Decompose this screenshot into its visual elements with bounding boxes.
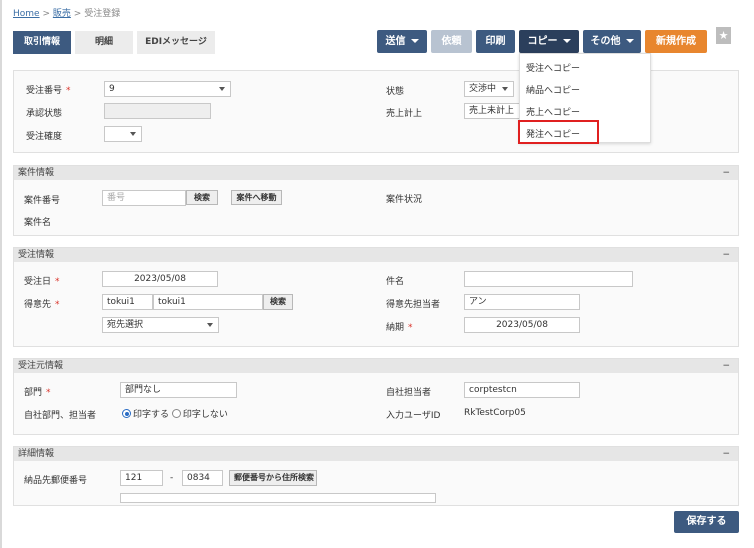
chevron-down-icon [410,39,419,43]
zip-second-input[interactable]: 0834 [182,470,223,486]
menu-copy-to-sales[interactable]: 売上へコピー [526,105,580,118]
project-panel-header: 案件情報 − [14,166,738,180]
staff-input[interactable]: corptestcn [464,382,580,398]
address-input[interactable] [120,493,436,503]
menu-copy-to-order[interactable]: 受注へコピー [526,61,580,74]
zip-address-search-button[interactable]: 郵便番号から住所検索 [229,470,317,486]
zip-dash: - [170,473,174,483]
menu-copy-to-delivery[interactable]: 納品へコピー [526,83,580,96]
customer-code-input[interactable]: tokui1 [102,294,153,310]
breadcrumb: Home > 販売 > 受注登録 [13,6,120,19]
send-label: 送信 [385,36,406,47]
order-no-select[interactable]: 9 [104,81,231,97]
other-button[interactable]: その他 [583,30,641,53]
highlight-box [518,120,599,144]
request-button[interactable]: 依頼 [431,30,472,53]
approval-field [104,103,211,119]
project-search-button[interactable]: 検索 [186,190,218,205]
radio-unchecked-icon [171,409,181,418]
project-status-label: 案件状況 [386,195,423,205]
collapse-icon[interactable]: − [722,359,730,373]
copy-button[interactable]: コピー [519,30,579,53]
status-label: 状態 [386,87,405,97]
tab-edi-message[interactable]: EDIメッセージ [137,31,215,54]
copy-label: コピー [527,36,558,47]
send-button[interactable]: 送信 [377,30,427,53]
zip-first-input[interactable]: 121 [120,470,163,486]
collapse-icon[interactable]: − [722,248,730,262]
collapse-icon[interactable]: − [722,166,730,180]
order-date-input[interactable]: 2023/05/08 [102,271,218,287]
customer-name-input[interactable]: tokui1 [153,294,263,310]
contact-input[interactable]: アン [464,294,580,310]
project-name-label: 案件名 [24,218,52,228]
chevron-down-icon [502,87,508,91]
favorite-star-icon[interactable]: ★ [716,27,731,44]
radio-checked-icon [122,409,131,418]
chevron-down-icon [130,132,136,136]
dept-label: 部門 * [24,388,51,398]
breadcrumb-home[interactable]: Home [13,9,40,19]
certainty-select[interactable] [104,126,142,142]
chevron-down-icon [207,323,213,327]
contact-label: 得意先担当者 [386,300,441,310]
print-radio-group: 印字する 印字しない [122,407,228,420]
print-button[interactable]: 印刷 [476,30,515,53]
subject-label: 件名 [386,277,405,287]
chevron-down-icon [562,39,571,43]
order-date-label: 受注日 * [24,277,60,287]
radio-no-print[interactable]: 印字しない [171,409,228,420]
breadcrumb-sales[interactable]: 販売 [53,9,71,19]
customer-search-button[interactable]: 検索 [263,294,293,310]
destination-select[interactable]: 宛先選択 [102,317,219,333]
source-panel-header: 受注元情報 − [14,359,738,373]
project-no-label: 案件番号 [24,196,61,206]
other-label: その他 [590,36,621,47]
tab-details[interactable]: 明細 [75,31,133,54]
radio-print[interactable]: 印字する [122,409,169,420]
zip-label: 納品先郵便番号 [24,476,88,486]
certainty-label: 受注確度 [26,132,63,142]
breadcrumb-current: 受注登録 [84,9,121,19]
breadcrumb-sep: > [73,9,82,19]
sales-post-label: 売上計上 [386,109,423,119]
collapse-icon[interactable]: − [722,447,730,461]
user-id-label: 入力ユーザID [386,411,441,421]
chevron-down-icon [625,39,634,43]
customer-label: 得意先 * [24,300,60,310]
due-date-label: 納期 * [386,323,413,333]
project-no-input[interactable]: 番号 [102,190,186,206]
print-option-label: 自社部門、担当者 [24,411,97,421]
chevron-down-icon [219,87,225,91]
due-date-input[interactable]: 2023/05/08 [464,317,580,333]
tab-transaction-info[interactable]: 取引情報 [13,31,71,54]
detail-panel-header: 詳細情報 − [14,447,738,461]
staff-label: 自社担当者 [386,388,432,398]
dept-input[interactable]: 部門なし [120,382,237,398]
approval-label: 承認状態 [26,109,63,119]
left-edge [0,0,2,548]
goto-project-button[interactable]: 案件へ移動 [231,190,282,205]
order-panel-header: 受注情報 − [14,248,738,262]
user-id-value: RkTestCorp05 [464,408,526,418]
order-no-label: 受注番号 * [26,86,71,96]
sales-post-select[interactable]: 売上未計上 [464,103,520,119]
breadcrumb-sep: > [42,9,50,19]
status-select[interactable]: 交渉中 [464,81,514,97]
save-button[interactable]: 保存する [674,511,739,533]
subject-input[interactable] [464,271,633,287]
new-create-button[interactable]: 新規作成 [645,30,707,53]
